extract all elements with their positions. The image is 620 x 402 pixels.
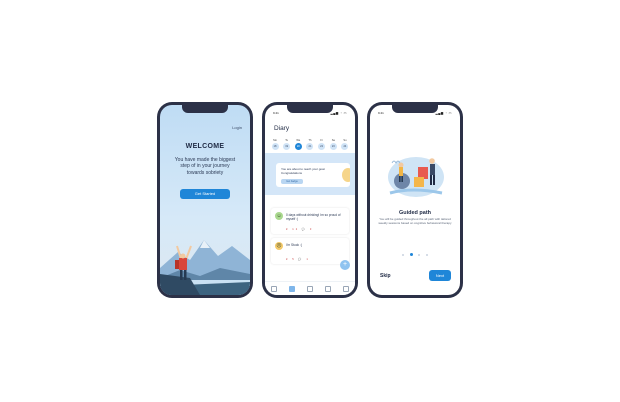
badge-decoration-icon xyxy=(342,168,350,182)
login-link[interactable]: Login xyxy=(232,125,242,130)
week-calendar: Mo 18 Tu 19 We 20 Th 21 Fr 22 Sa 23 Su 24 xyxy=(271,139,349,150)
day-item[interactable]: Th 21 xyxy=(306,139,314,150)
phone-notch xyxy=(182,105,228,113)
day-number: 23 xyxy=(329,143,337,150)
next-button[interactable]: Next xyxy=(429,270,451,281)
guided-path-screen: 9:41 ▂▄▆ ◔ ▭ Guided path You will be gui… xyxy=(370,105,460,295)
home-tab-icon[interactable] xyxy=(271,285,277,292)
welcome-screen: Login WELCOME You have made the biggest … xyxy=(160,105,250,295)
phone-notch xyxy=(392,105,438,113)
bottom-tab-bar xyxy=(265,281,355,295)
welcome-message: You have made the biggest step of in you… xyxy=(174,157,236,176)
day-item[interactable]: Tu 19 xyxy=(283,139,291,150)
entry-text: I'm Stuck :( xyxy=(286,243,302,247)
day-item-selected[interactable]: We 20 xyxy=(294,139,302,150)
smile-icon: ☺ xyxy=(275,212,283,220)
guided-path-title: Guided path xyxy=(398,210,432,216)
day-item[interactable]: Su 24 xyxy=(341,139,349,150)
phone-guided-path: 9:41 ▂▄▆ ◔ ▭ Guided path You will be gui… xyxy=(367,102,463,298)
guided-path-description: You will be guided throughout the all pa… xyxy=(378,217,452,225)
page-title: Diary xyxy=(274,125,290,132)
day-number: 20 xyxy=(294,143,302,150)
page-dot[interactable] xyxy=(425,254,428,256)
day-number: 18 xyxy=(271,143,279,150)
page-indicator xyxy=(370,243,460,261)
skip-button[interactable]: Skip xyxy=(380,273,391,279)
page-dot-active[interactable] xyxy=(409,253,413,256)
phone-welcome: Login WELCOME You have made the biggest … xyxy=(157,102,253,298)
calendar-tab-icon[interactable] xyxy=(307,285,313,292)
entry-reactions[interactable]: ♥ 5 💬 1 xyxy=(286,258,310,261)
day-item[interactable]: Mo 18 xyxy=(271,139,279,150)
page-dot[interactable] xyxy=(418,254,421,256)
day-number: 19 xyxy=(283,143,291,150)
guided-path-illustration xyxy=(388,157,444,197)
page-dot[interactable] xyxy=(402,254,405,256)
diary-entry[interactable]: ☺ 0 days without drinking! Im so proud o… xyxy=(271,208,349,234)
day-item[interactable]: Fr 22 xyxy=(318,139,326,150)
diary-entry[interactable]: ☹ I'm Stuck :( ♥ 5 💬 1 xyxy=(271,238,349,264)
day-item[interactable]: Sa 23 xyxy=(329,139,337,150)
welcome-title: WELCOME xyxy=(185,143,225,150)
goal-card: You are about to reach your goal. Congra… xyxy=(276,163,350,187)
get-started-button[interactable]: Get Started xyxy=(180,189,230,199)
hiker-mountain-illustration xyxy=(160,240,250,295)
status-time: 9:41 xyxy=(378,111,384,115)
diary-screen: 9:41 ▂▄▆ ◔ ▭ Diary Mo 18 Tu 19 We 20 Th 21 F… xyxy=(265,105,355,295)
status-icons: ▂▄▆ ◔ ▭ xyxy=(330,111,347,115)
get-badge-button[interactable]: Get badge xyxy=(281,179,303,184)
diary-tab-icon[interactable] xyxy=(289,285,295,292)
entry-text: 0 days without drinking! Im so proud of … xyxy=(286,213,341,221)
entry-reactions[interactable]: ♥ 12 💬 3 xyxy=(286,228,313,231)
profile-tab-icon[interactable] xyxy=(343,285,349,292)
day-number: 21 xyxy=(306,143,314,150)
phone-notch xyxy=(287,105,333,113)
phone-diary: 9:41 ▂▄▆ ◔ ▭ Diary Mo 18 Tu 19 We 20 Th 21 F… xyxy=(262,102,358,298)
goal-message: You are about to reach your goal. Congra… xyxy=(281,167,326,175)
chat-tab-icon[interactable] xyxy=(325,285,331,292)
status-time: 9:41 xyxy=(273,111,279,115)
add-entry-button[interactable]: + xyxy=(340,260,350,270)
neutral-face-icon: ☹ xyxy=(275,242,283,250)
day-number: 22 xyxy=(318,143,326,150)
status-icons: ▂▄▆ ◔ ▭ xyxy=(435,111,452,115)
day-number: 24 xyxy=(341,143,349,150)
